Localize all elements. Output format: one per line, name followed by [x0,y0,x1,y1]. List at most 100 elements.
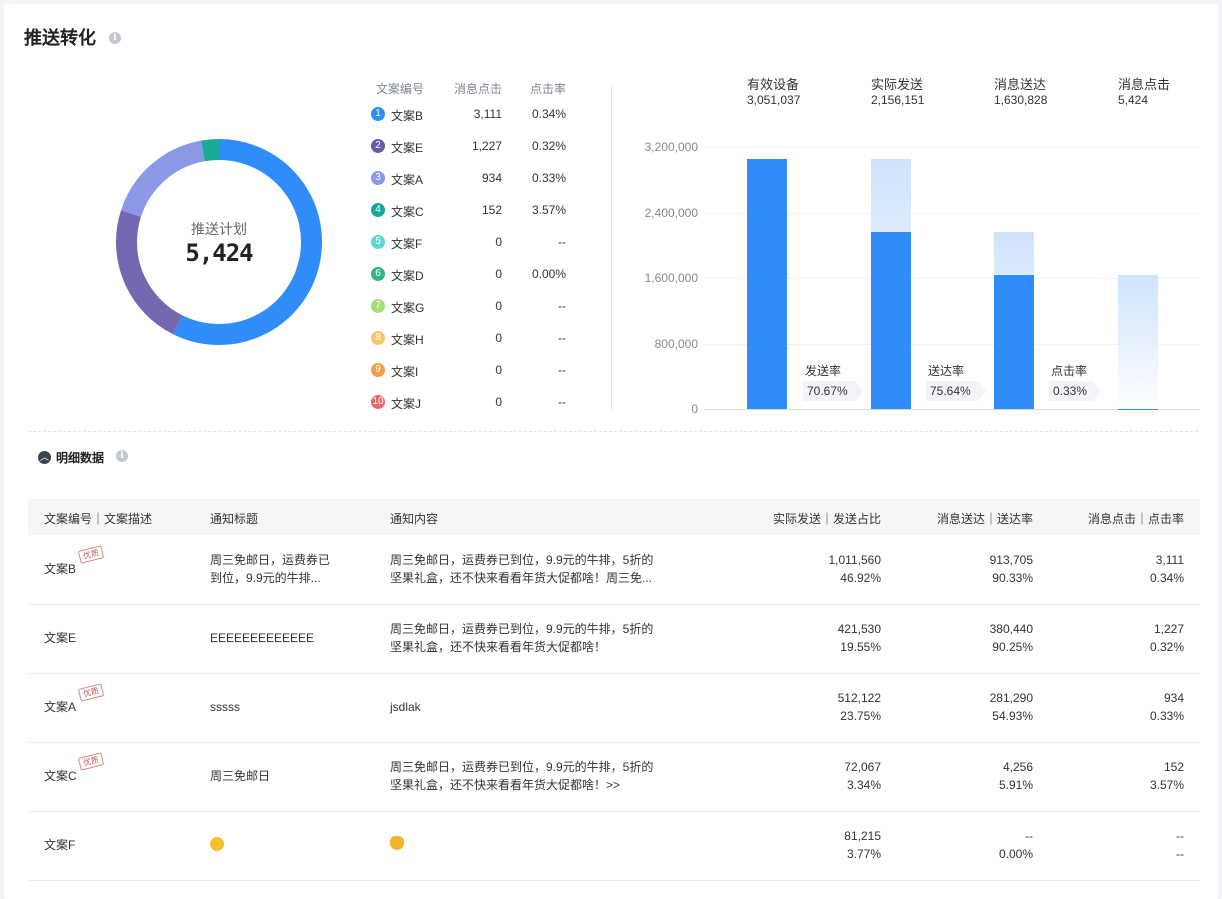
col-delivered[interactable]: 消息送达｜送达率 [937,510,1033,527]
delivered-value: 913,705 [989,553,1033,567]
quality-stamp: 优质 [77,545,105,564]
kpi-value: 3,051,037 [747,93,801,107]
delivered-value: 4,256 [1002,760,1033,774]
click-rate: 0.33% [1149,709,1184,723]
legend-number-badge: 7 [371,299,385,313]
legend-rate: -- [558,331,566,345]
legend-number-badge: 3 [371,171,385,185]
legend-rate: -- [558,395,566,409]
legend-clicks: 0 [495,235,502,249]
title-cell: sssss [210,700,240,714]
data-bar[interactable] [871,232,911,409]
row-id: 文案B [44,562,77,576]
click-value: 1,227 [1153,622,1184,636]
legend-number-badge: 1 [371,107,385,121]
kpi-value: 2,156,151 [871,93,925,107]
table-row[interactable]: 文案B 优质 周三免邮日，运费券已 到位，9.9元的牛排... 周三免邮日，运费券已到位… [28,535,1200,605]
title-line-2: 到位，9.9元的牛排... [210,571,321,585]
kpi-value: 1,630,828 [994,93,1048,107]
legend-number-badge: 2 [371,139,385,153]
legend-clicks: 0 [495,331,502,345]
legend-clicks: 0 [495,267,502,281]
data-bar[interactable] [994,275,1034,409]
legend-clicks: 3,111 [473,107,502,121]
content-line-2: 坚果礼盒，还不快来看看年货大促都啥！>> [390,778,621,792]
table-row[interactable]: 文案E EEEEEEEEEEEEE 周三免邮日，运费券已到位，9.9元的牛排，5折的… [28,604,1200,674]
legend-clicks: 0 [495,363,502,377]
table-row[interactable]: 文案F 81,215 3.77% -- 0.00% -- -- [28,811,1200,881]
section-divider [28,431,1198,432]
delivered-value: -- [1025,829,1033,843]
legend-rate: 0.34% [531,107,566,121]
conversion-rate-label: 点击率 [1051,364,1088,378]
legend-header-rate: 点击率 [530,82,567,96]
legend-row[interactable]: 8 文案H 0 -- [371,329,581,349]
data-bar[interactable] [747,159,787,409]
row-id: 文案E [44,631,77,645]
legend-rate: 0.33% [531,171,566,185]
legend-name: 文案B [391,109,424,123]
click-rate: 0.34% [1149,571,1184,585]
legend-row[interactable]: 1 文案B 3,111 0.34% [371,105,581,125]
col-content: 通知内容 [390,512,439,526]
legend-row[interactable]: 9 文案I 0 -- [371,361,581,381]
conversion-rate-value: 0.33% [1049,381,1101,401]
legend-name: 文案A [391,173,424,187]
legend-name: 文案I [391,365,419,379]
donut-segment[interactable] [200,139,220,162]
table-row[interactable]: 文案A 优质 sssss jsdlak 512,122 23.75% 281,290 54.9… [28,673,1200,743]
legend-number-badge: 6 [371,267,385,281]
kpi-label: 消息点击 [1118,77,1171,92]
legend-rate: 3.57% [531,203,566,217]
y-tick-label: 2,400,000 [644,206,698,220]
legend-header-clicks: 消息点击 [454,82,503,96]
sent-share: 19.55% [840,640,881,654]
detail-info-icon[interactable]: i [116,450,128,462]
delivered-rate: 5.91% [998,778,1033,792]
legend-name: 文案J [391,397,422,411]
page-title: 推送转化 [24,28,96,49]
row-id: 文案F [44,838,76,852]
legend-row[interactable]: 3 文案A 934 0.33% [371,169,581,189]
y-tick-label: 3,200,000 [644,140,698,154]
legend-row[interactable]: 5 文案F 0 -- [371,233,581,253]
data-bar[interactable] [1118,409,1158,410]
table-row[interactable]: 文案C 优质 周三免邮日 周三免邮日，运费券已到位，9.9元的牛排，5折的 坚果礼盒，还… [28,742,1200,812]
y-tick-label: 0 [691,402,698,416]
sent-share: 3.77% [846,847,881,861]
legend-row[interactable]: 7 文案G 0 -- [371,297,581,317]
content-line-2: 坚果礼盒，还不快来看看年货大促都啥！周三免... [390,571,653,585]
y-tick-label: 1,600,000 [644,271,698,285]
content-cell: jsdlak [390,700,421,714]
sent-value: 81,215 [844,829,881,843]
kpi-label: 有效设备 [747,77,800,92]
legend-row[interactable]: 10 文案J 0 -- [371,393,581,413]
click-value: -- [1176,829,1184,843]
donut-chart: 推送计划 5,424 [112,135,326,349]
chevron-up-icon[interactable]: ︿ [38,451,51,464]
quality-stamp: 优质 [77,683,105,702]
legend-rate: -- [558,363,566,377]
content-line-1: 周三免邮日，运费券已到位，9.9元的牛排，5折的 [390,760,654,774]
ghost-bar [1118,275,1158,409]
smiling-face-emoji [210,837,224,851]
legend-row[interactable]: 2 文案E 1,227 0.32% [371,137,581,157]
info-icon[interactable]: i [109,32,121,44]
legend-clicks: 152 [481,203,502,217]
legend-name: 文案F [391,237,423,251]
col-sent[interactable]: 实际发送｜发送占比 [773,510,881,527]
title-cell: EEEEEEEEEEEEE [210,631,315,645]
legend-row[interactable]: 6 文案D 0 0.00% [371,265,581,285]
legend-row[interactable]: 4 文案C 152 3.57% [371,201,581,221]
sent-share: 46.92% [840,571,881,585]
legend-clicks: 0 [495,395,502,409]
conversion-rate-value: 70.67% [803,381,863,401]
donut-segment[interactable] [120,140,205,218]
legend-rate: -- [558,235,566,249]
col-clicks[interactable]: 消息点击｜点击率 [1088,510,1184,527]
delivered-value: 380,440 [989,622,1033,636]
detail-section-toggle[interactable]: 明细数据 [56,449,104,466]
delivered-rate: 90.25% [992,640,1033,654]
conversion-rate-label: 送达率 [928,364,965,378]
legend-name: 文案E [391,141,424,155]
